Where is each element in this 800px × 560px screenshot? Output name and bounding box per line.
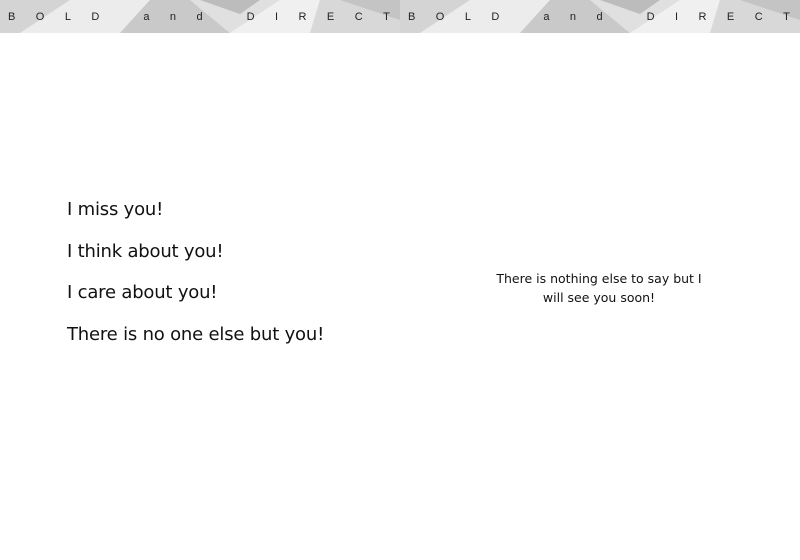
banner-letter: O: [435, 10, 445, 23]
banner-letter: L: [64, 10, 71, 23]
banner-letter: I: [274, 10, 279, 23]
banner-wordmark: B O L D a n d D I R E C T: [0, 0, 400, 33]
banner-letter: T: [783, 10, 790, 23]
banner-wordmark: B O L D a n d D I R E C T: [400, 0, 800, 33]
banner-panel-right: B O L D a n d D I R E C T: [400, 0, 800, 33]
banner-letter: B: [8, 10, 16, 23]
banner-letter: d: [196, 10, 203, 23]
banner-letter: C: [754, 10, 763, 23]
message-line: There is no one else but you!: [67, 323, 325, 345]
banner-letter: R: [298, 10, 307, 23]
banner-letter: [623, 11, 626, 23]
banner-letter: O: [35, 10, 45, 23]
banner-letter: n: [569, 10, 577, 23]
banner-letter: R: [698, 10, 707, 23]
message-line: I think about you!: [67, 240, 224, 262]
banner-letter: D: [491, 10, 500, 23]
message-line: I care about you!: [67, 282, 218, 303]
banner-letter: C: [354, 10, 363, 23]
banner-letter: B: [408, 10, 416, 23]
closing-line: will see you soon!: [542, 290, 656, 305]
message-line: I miss you!: [67, 199, 164, 220]
banner-letter: [520, 11, 523, 23]
banner-letter: d: [596, 10, 603, 23]
banner-letter: [223, 11, 226, 23]
banner-letter: I: [674, 10, 679, 23]
banner-letter: [120, 11, 123, 23]
closing-line: There is nothing else to say but I: [496, 271, 702, 286]
banner-letter: D: [246, 10, 255, 23]
banner-letter: D: [646, 10, 655, 23]
banner-letter: L: [464, 10, 471, 23]
banner-letter: T: [383, 10, 390, 23]
banner-letter: a: [143, 10, 150, 23]
header-banner: B O L D a n d D I R E C T B O L D a n d …: [0, 0, 800, 33]
banner-letter: E: [726, 10, 735, 23]
banner-letter: D: [91, 10, 100, 23]
closing-message: There is nothing else to say but I will …: [480, 269, 718, 307]
message-list: I miss you! I think about you! I care ab…: [67, 198, 387, 364]
banner-letter: n: [169, 10, 177, 23]
banner-letter: a: [543, 10, 550, 23]
banner-panel-left: B O L D a n d D I R E C T: [0, 0, 400, 33]
banner-letter: E: [326, 10, 335, 23]
